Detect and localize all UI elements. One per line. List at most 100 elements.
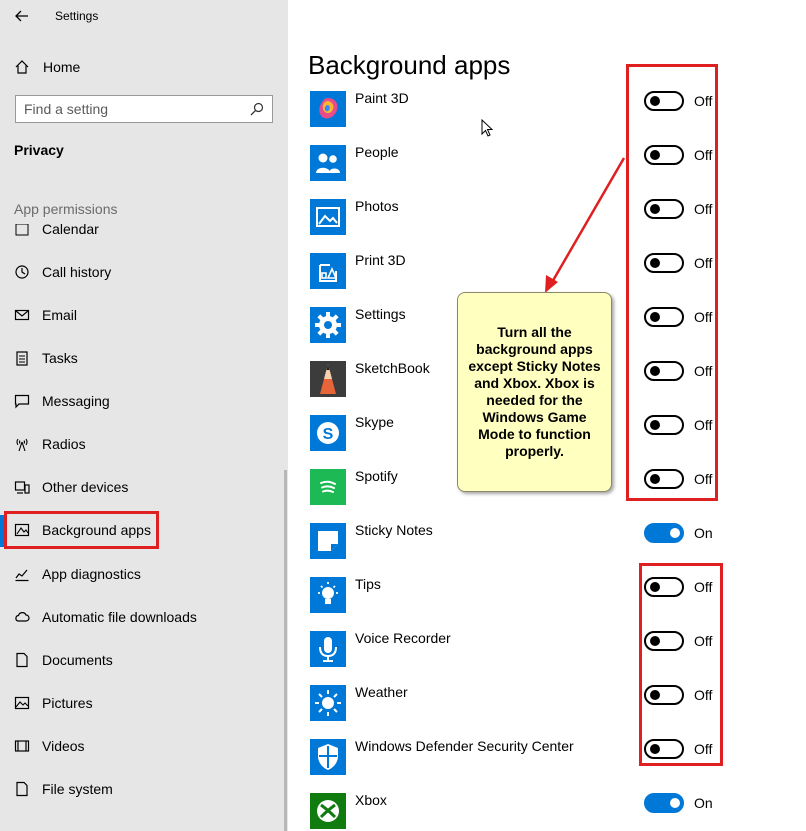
- picture-icon: [14, 696, 30, 710]
- app-name: SketchBook: [355, 360, 430, 376]
- calendar-icon: [15, 224, 29, 236]
- toggle-switch[interactable]: [644, 523, 684, 543]
- sidebar: Settings Home Privacy App permissions Ca…: [0, 0, 288, 831]
- search-input[interactable]: [24, 100, 244, 118]
- sidebar-item-label: Documents: [42, 652, 113, 668]
- app-title: Settings: [55, 9, 99, 23]
- settings-gear-icon: [310, 307, 346, 343]
- app-row-weather: Weather Off: [288, 682, 806, 736]
- sketchbook-icon: [310, 361, 346, 397]
- app-row-xbox: Xbox On: [288, 790, 806, 831]
- sidebar-item-label: File system: [42, 781, 113, 797]
- sidebar-item-other-devices[interactable]: Other devices: [0, 472, 288, 502]
- document-icon: [16, 652, 28, 668]
- file-icon: [16, 781, 28, 797]
- home-label: Home: [43, 59, 81, 75]
- sidebar-highlight-box: [4, 511, 159, 549]
- app-row-photos: Photos Off: [288, 196, 806, 250]
- spotify-icon: [310, 469, 346, 505]
- app-row-sticky-notes: Sticky Notes On: [288, 520, 806, 574]
- shield-icon: [310, 739, 346, 775]
- app-name: Weather: [355, 684, 408, 700]
- svg-text:S: S: [323, 426, 334, 443]
- microphone-icon: [310, 631, 346, 667]
- cloud-icon: [15, 612, 30, 622]
- sidebar-item-label: Radios: [42, 436, 86, 452]
- sidebar-item-file-system[interactable]: File system: [0, 774, 288, 804]
- app-name: Xbox: [355, 792, 387, 808]
- sidebar-item-label: Email: [42, 307, 78, 323]
- sidebar-item-label: Tasks: [42, 350, 78, 366]
- toggle-state-label: On: [694, 795, 713, 811]
- tasks-icon: [16, 351, 28, 366]
- app-row-people: People Off: [288, 142, 806, 196]
- page-title: Background apps: [308, 50, 511, 80]
- app-name: Print 3D: [355, 252, 406, 268]
- sidebar-item-label: Videos: [42, 738, 85, 754]
- chat-icon: [14, 394, 30, 409]
- sidebar-item-messaging[interactable]: Messaging: [0, 386, 288, 416]
- section-title: Privacy: [14, 142, 64, 158]
- home-icon: [15, 60, 29, 74]
- home-nav-item[interactable]: Home: [0, 54, 288, 80]
- app-name: Paint 3D: [355, 90, 409, 106]
- sidebar-item-app-diagnostics[interactable]: App diagnostics: [0, 559, 288, 589]
- sidebar-item-automatic-file-downloads[interactable]: Automatic file downloads: [0, 602, 288, 632]
- back-button[interactable]: [8, 2, 36, 30]
- sidebar-item-label: Other devices: [42, 479, 129, 495]
- toggles-highlight-box-bottom: [639, 563, 723, 766]
- sidebar-item-tasks[interactable]: Tasks: [0, 343, 288, 373]
- mail-icon: [14, 309, 30, 321]
- sidebar-scrollbar[interactable]: [284, 470, 287, 831]
- skype-icon: S: [310, 415, 346, 451]
- sidebar-item-label: Pictures: [42, 695, 93, 711]
- sidebar-item-pictures[interactable]: Pictures: [0, 688, 288, 718]
- radio-tower-icon: [16, 438, 28, 452]
- title-bar: Settings: [0, 0, 288, 32]
- app-row-paint-3d: Paint 3D Off: [288, 88, 806, 142]
- tips-lightbulb-icon: [310, 577, 346, 613]
- app-row-voice-recorder: Voice Recorder Off: [288, 628, 806, 682]
- video-icon: [14, 740, 30, 752]
- sidebar-item-label: Messaging: [42, 393, 110, 409]
- weather-sun-icon: [310, 685, 346, 721]
- history-icon: [15, 265, 29, 279]
- people-icon: [310, 145, 346, 181]
- mouse-cursor-icon: [481, 119, 493, 137]
- app-name: Photos: [355, 198, 399, 214]
- app-row-windows-defender: Windows Defender Security Center Off: [288, 736, 806, 790]
- sidebar-item-call-history[interactable]: Call history: [0, 257, 288, 287]
- app-name: Settings: [355, 306, 406, 322]
- app-name: Spotify: [355, 468, 398, 484]
- annotation-callout: Turn all the background apps except Stic…: [457, 292, 612, 492]
- sidebar-item-radios[interactable]: Radios: [0, 429, 288, 459]
- sidebar-item-documents[interactable]: Documents: [0, 645, 288, 675]
- app-name: Tips: [355, 576, 381, 592]
- devices-icon: [14, 481, 30, 494]
- app-name: People: [355, 144, 399, 160]
- sidebar-item-videos[interactable]: Videos: [0, 731, 288, 761]
- app-name: Skype: [355, 414, 394, 430]
- search-box[interactable]: [15, 95, 273, 123]
- sidebar-item-label: Automatic file downloads: [42, 609, 197, 625]
- photos-icon: [310, 199, 346, 235]
- search-icon[interactable]: [250, 102, 264, 116]
- sidebar-item-calendar[interactable]: Calendar: [0, 224, 288, 244]
- sidebar-item-label: App diagnostics: [42, 566, 141, 582]
- back-arrow-icon: [15, 10, 28, 22]
- sidebar-item-label: Calendar: [42, 224, 99, 237]
- print-3d-icon: [310, 253, 346, 289]
- group-header: App permissions: [14, 201, 118, 217]
- sidebar-item-email[interactable]: Email: [0, 300, 288, 330]
- paint-3d-icon: [310, 91, 346, 127]
- app-name: Voice Recorder: [355, 630, 451, 646]
- sticky-notes-icon: [310, 523, 346, 559]
- xbox-icon: [310, 793, 346, 829]
- toggles-highlight-box-top: [626, 64, 718, 501]
- app-name: Sticky Notes: [355, 522, 433, 538]
- callout-text: Turn all the background apps except Stic…: [468, 324, 601, 459]
- toggle-state-label: On: [694, 525, 713, 541]
- app-name: Windows Defender Security Center: [355, 738, 574, 754]
- diagnostics-icon: [15, 569, 29, 582]
- toggle-switch[interactable]: [644, 793, 684, 813]
